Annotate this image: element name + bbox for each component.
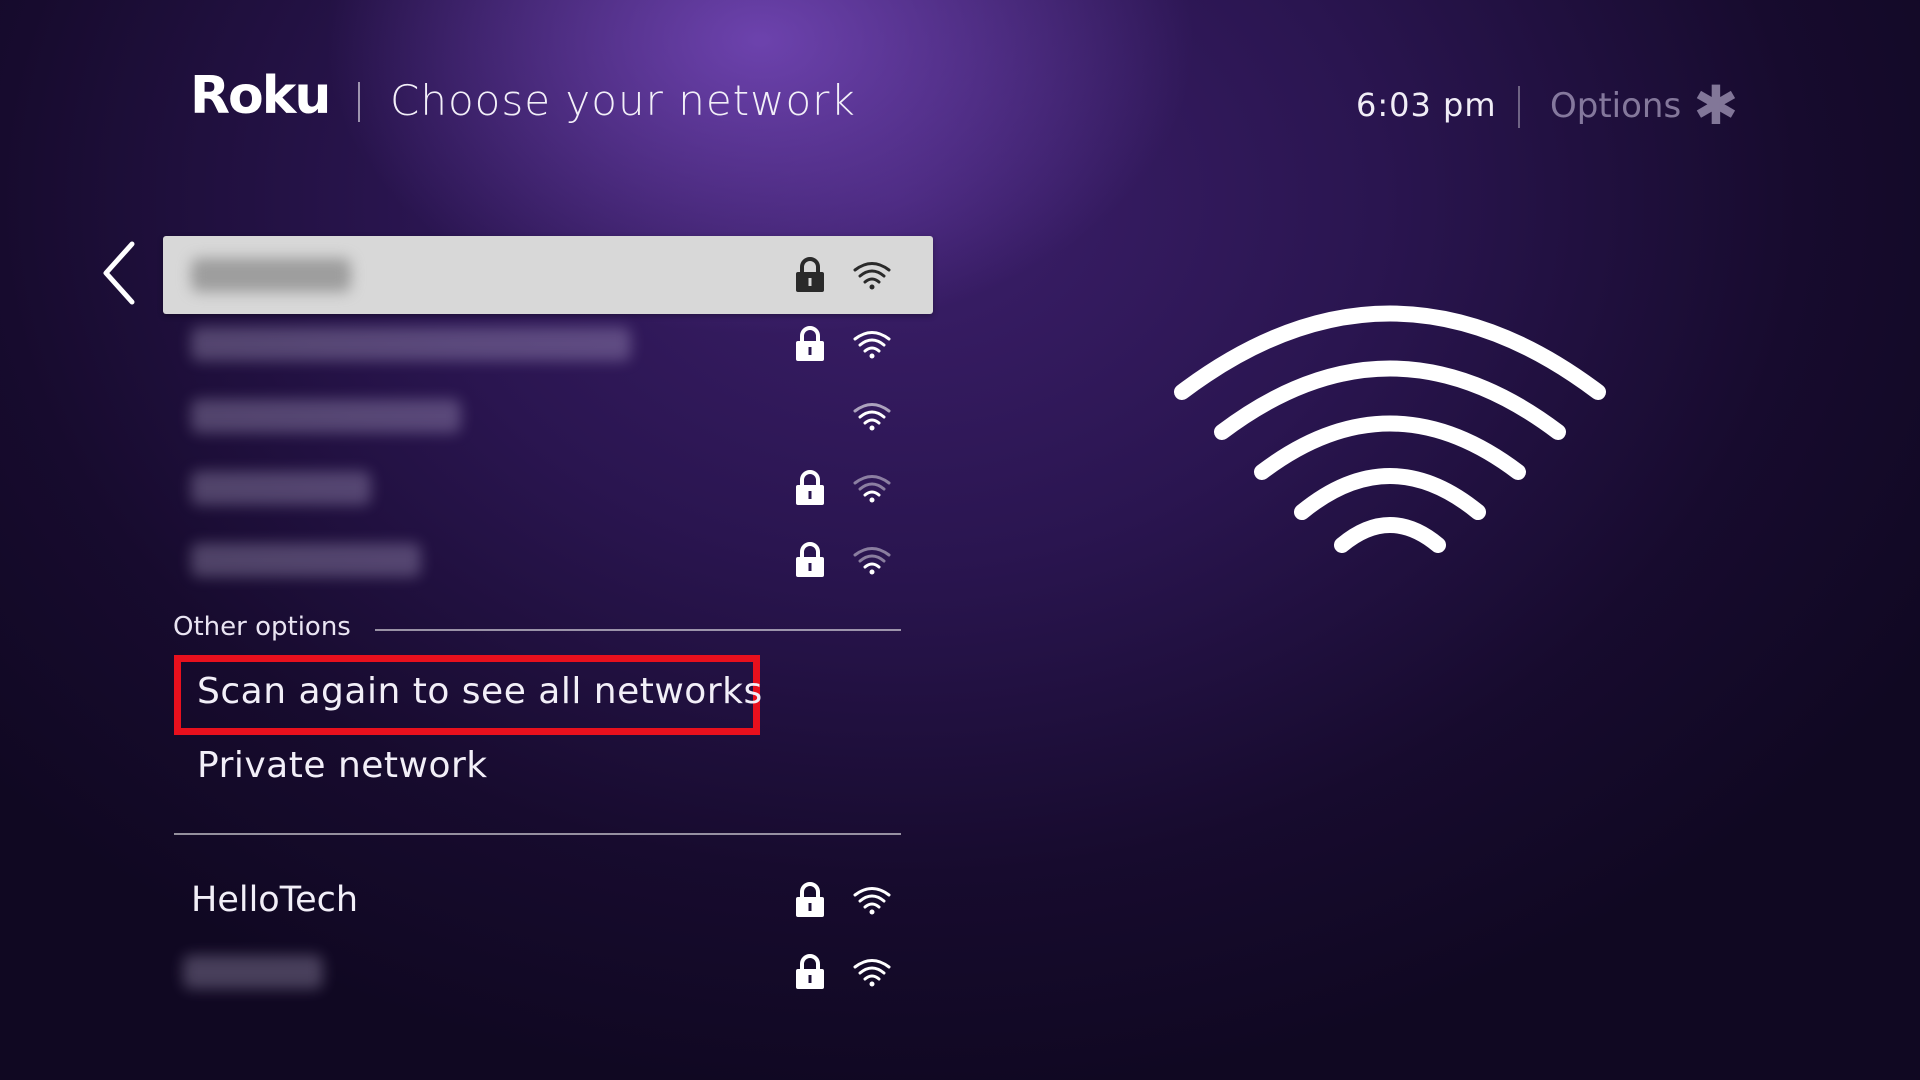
network-row[interactable] xyxy=(163,452,933,524)
header-divider-right xyxy=(1518,86,1520,128)
network-row-selected[interactable] xyxy=(163,236,933,314)
network-row[interactable] xyxy=(163,308,933,380)
roku-logo: Roku xyxy=(190,66,331,126)
lock-icon xyxy=(796,542,824,577)
lock-icon xyxy=(796,470,824,505)
network-name: HelloTech xyxy=(191,880,359,920)
options-label: Options xyxy=(1550,86,1682,126)
section-divider xyxy=(174,833,901,835)
wifi-illustration-icon xyxy=(1174,305,1606,553)
wifi-signal-icon xyxy=(853,331,891,359)
lock-icon xyxy=(796,326,824,361)
blurred-network-name xyxy=(191,543,421,577)
lock-icon xyxy=(796,882,824,917)
blurred-network-name xyxy=(191,327,631,361)
wifi-signal-icon xyxy=(853,475,891,503)
back-chevron-icon[interactable] xyxy=(100,238,140,308)
network-row-hellotech[interactable]: HelloTech xyxy=(163,864,933,936)
clock: 6:03 pm xyxy=(1356,86,1497,124)
wifi-signal-icon xyxy=(853,547,891,575)
section-divider xyxy=(375,629,901,631)
blurred-network-name xyxy=(191,399,461,433)
scan-again-button[interactable]: Scan again to see all networks xyxy=(197,671,763,712)
private-network-button[interactable]: Private network xyxy=(197,745,488,786)
asterisk-icon: ✱ xyxy=(1693,74,1739,137)
blurred-network-name xyxy=(191,258,351,292)
wifi-signal-icon xyxy=(853,887,891,915)
blurred-network-name xyxy=(191,471,371,505)
blurred-network-name xyxy=(183,955,323,989)
options-button[interactable]: Options ✱ xyxy=(1550,74,1739,137)
lock-icon xyxy=(796,257,824,292)
page-title: Choose your network xyxy=(390,76,856,125)
network-list xyxy=(163,236,933,596)
wifi-signal-icon xyxy=(853,959,891,987)
network-row[interactable] xyxy=(163,380,933,452)
header-divider xyxy=(358,82,360,122)
wifi-signal-icon xyxy=(853,262,891,290)
other-options-label: Other options xyxy=(173,612,351,642)
network-list-more: HelloTech xyxy=(163,864,933,1008)
wifi-signal-icon xyxy=(853,403,891,431)
network-row[interactable] xyxy=(163,524,933,596)
network-row[interactable] xyxy=(163,936,933,1008)
lock-icon xyxy=(796,954,824,989)
